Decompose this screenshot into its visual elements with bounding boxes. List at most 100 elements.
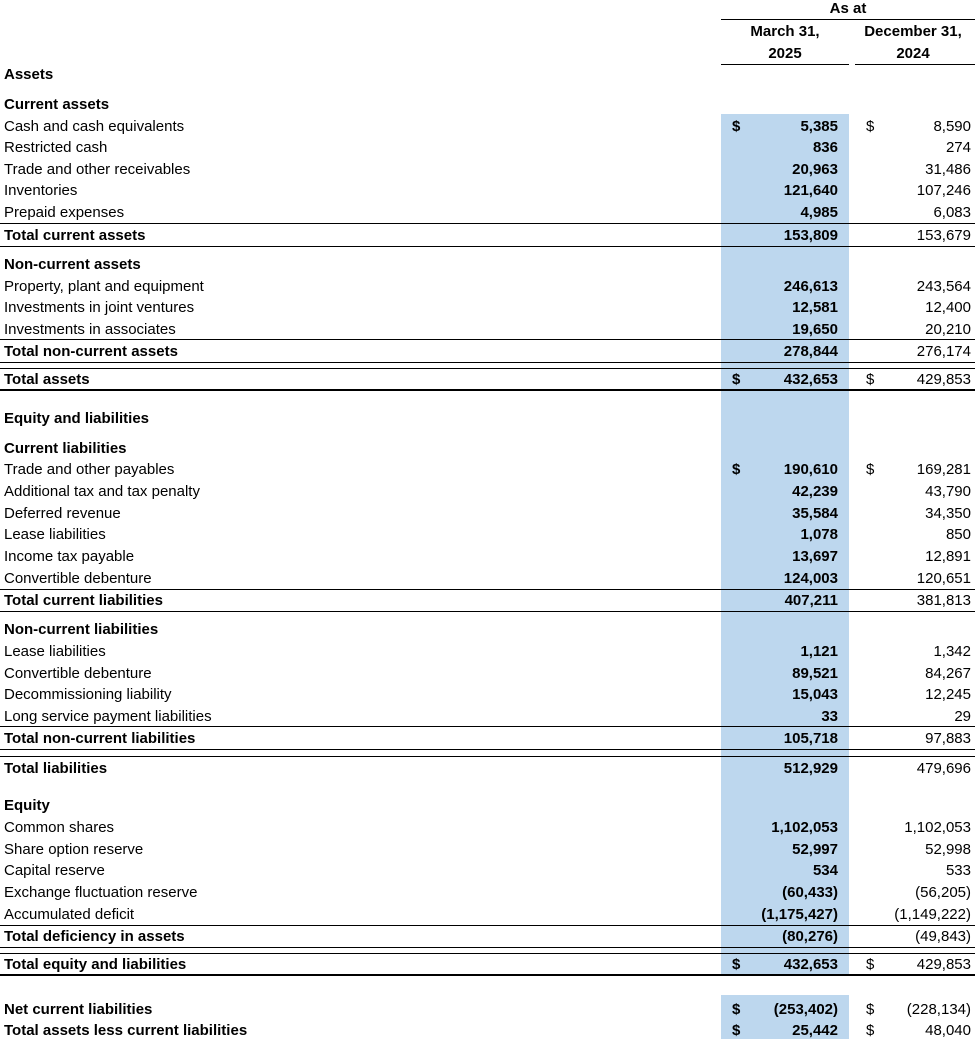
row-label: Investments in associates xyxy=(4,321,176,338)
value-december-2024: 1,102,053 xyxy=(904,819,971,836)
rule-line xyxy=(0,925,975,926)
rule-line xyxy=(0,589,975,590)
value-march-2025: 52,997 xyxy=(792,841,838,858)
value-march-2025: 124,003 xyxy=(783,570,838,587)
row-label: Income tax payable xyxy=(4,548,135,565)
value-december-2024: 479,696 xyxy=(916,760,971,777)
row-label: Convertible debenture xyxy=(4,570,152,587)
currency-symbol-march-2025: $ xyxy=(732,956,741,973)
rule-line xyxy=(0,953,975,954)
row-label: Total liabilities xyxy=(4,760,108,777)
value-december-2024: 169,281 xyxy=(916,461,971,478)
value-december-2024: 12,245 xyxy=(925,686,971,703)
value-december-2024: 52,998 xyxy=(925,841,971,858)
row-label: Trade and other payables xyxy=(4,461,175,478)
currency-symbol-december-2024: $ xyxy=(866,461,875,478)
row-label: Property, plant and equipment xyxy=(4,278,204,295)
value-march-2025: 1,121 xyxy=(800,643,838,660)
section-heading: Non-current liabilities xyxy=(4,621,159,638)
value-march-2025: 512,929 xyxy=(783,760,838,777)
row-label: Total current assets xyxy=(4,227,146,244)
value-march-2025: 121,640 xyxy=(783,182,838,199)
section-heading: Assets xyxy=(4,66,54,83)
value-december-2024: (1,149,222) xyxy=(894,906,971,923)
rule-line xyxy=(0,749,975,750)
section-heading: Current assets xyxy=(4,96,110,113)
value-march-2025: 407,211 xyxy=(784,592,838,609)
column-march-2025-line2: 2025 xyxy=(768,45,802,62)
value-december-2024: 31,486 xyxy=(925,161,971,178)
rule-line xyxy=(0,756,975,757)
currency-symbol-december-2024: $ xyxy=(866,118,875,135)
row-label: Trade and other receivables xyxy=(4,161,191,178)
rule-line xyxy=(0,362,975,363)
value-march-2025: 25,442 xyxy=(792,1022,838,1039)
value-december-2024: 48,040 xyxy=(925,1022,971,1039)
value-december-2024: 29 xyxy=(954,708,971,725)
row-label: Total deficiency in assets xyxy=(4,928,185,945)
row-label: Cash and cash equivalents xyxy=(4,118,185,135)
currency-symbol-december-2024: $ xyxy=(866,956,875,973)
currency-symbol-march-2025: $ xyxy=(732,371,741,388)
row-label: Share option reserve xyxy=(4,841,144,858)
row-label: Total assets xyxy=(4,371,90,388)
value-march-2025: 4,985 xyxy=(800,204,838,221)
value-march-2025: 12,581 xyxy=(792,299,838,316)
value-march-2025: 190,610 xyxy=(783,461,838,478)
row-label: Convertible debenture xyxy=(4,665,152,682)
rule-line xyxy=(0,246,975,247)
value-march-2025: 432,653 xyxy=(783,371,838,388)
row-label: Investments in joint ventures xyxy=(4,299,195,316)
value-december-2024: 429,853 xyxy=(916,371,971,388)
rule-line-double xyxy=(0,974,975,976)
value-march-2025: 1,102,053 xyxy=(771,819,838,836)
value-december-2024: 153,679 xyxy=(916,227,971,244)
value-march-2025: 19,650 xyxy=(792,321,838,338)
row-label: Restricted cash xyxy=(4,139,108,156)
value-december-2024: 97,883 xyxy=(925,730,971,747)
value-march-2025: 35,584 xyxy=(792,505,838,522)
value-december-2024: 84,267 xyxy=(925,665,971,682)
value-december-2024: (56,205) xyxy=(915,884,971,901)
value-march-2025: (60,433) xyxy=(782,884,838,901)
value-december-2024: 43,790 xyxy=(925,483,971,500)
row-label: Lease liabilities xyxy=(4,643,106,660)
row-label: Total current liabilities xyxy=(4,592,163,609)
row-label: Inventories xyxy=(4,182,78,199)
value-december-2024: 12,891 xyxy=(925,548,971,565)
row-label: Decommissioning liability xyxy=(4,686,172,703)
row-label: Total equity and liabilities xyxy=(4,956,187,973)
value-march-2025: 89,521 xyxy=(792,665,838,682)
as-at-heading: As at xyxy=(829,0,867,17)
value-march-2025: 836 xyxy=(812,139,838,156)
value-december-2024: 533 xyxy=(945,862,971,879)
currency-symbol-december-2024: $ xyxy=(866,1001,875,1018)
value-march-2025: (80,276) xyxy=(782,928,838,945)
row-label: Long service payment liabilities xyxy=(4,708,212,725)
row-label: Exchange fluctuation reserve xyxy=(4,884,198,901)
currency-symbol-march-2025: $ xyxy=(732,1022,741,1039)
value-december-2024: 8,590 xyxy=(933,118,971,135)
currency-symbol-march-2025: $ xyxy=(732,1001,741,1018)
value-march-2025: 105,718 xyxy=(783,730,838,747)
currency-symbol-december-2024: $ xyxy=(866,1022,875,1039)
column-december-2024-line1: December 31, xyxy=(864,23,962,40)
value-december-2024: 274 xyxy=(945,139,971,156)
row-label: Capital reserve xyxy=(4,862,105,879)
value-december-2024: (228,134) xyxy=(906,1001,971,1018)
rule-line-double xyxy=(0,389,975,391)
value-december-2024: 34,350 xyxy=(925,505,971,522)
section-heading: Equity and liabilities xyxy=(4,410,150,427)
row-label: Common shares xyxy=(4,819,115,836)
value-march-2025: 20,963 xyxy=(792,161,838,178)
section-heading: Equity xyxy=(4,797,50,814)
column-march-2025-line1: March 31, xyxy=(750,23,820,40)
currency-symbol-december-2024: $ xyxy=(866,371,875,388)
value-december-2024: 1,342 xyxy=(933,643,971,660)
value-december-2024: 107,246 xyxy=(916,182,971,199)
rule-line xyxy=(0,368,975,369)
row-label: Accumulated deficit xyxy=(4,906,135,923)
value-march-2025: 33 xyxy=(821,708,838,725)
as-at-underline xyxy=(721,19,975,20)
column-december-2024-underline xyxy=(855,64,975,65)
